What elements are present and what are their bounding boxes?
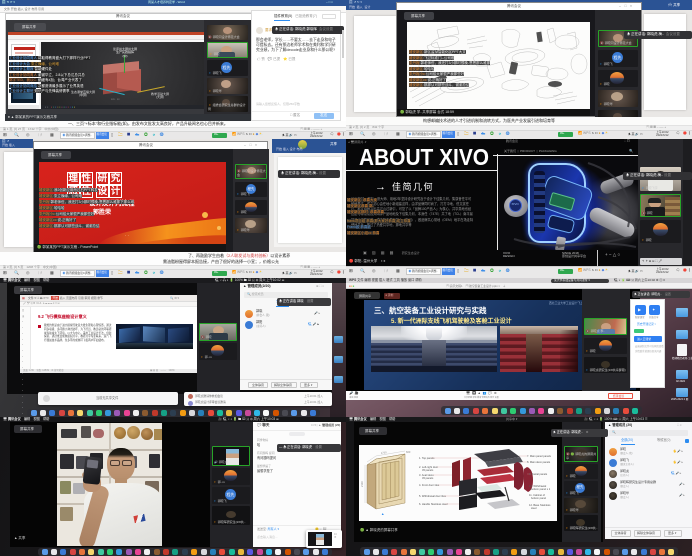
svg-text:9. Facial panels: 9. Facial panels: [529, 472, 548, 476]
svg-text:▲: ▲: [381, 512, 384, 516]
svg-text:4. Front door tiles: 4. Front door tiles: [419, 483, 440, 487]
svg-text:600: 600: [406, 450, 411, 454]
svg-text:bottom panel s 1: bottom panel s 1: [531, 487, 551, 491]
svg-text:7. Main panel panels: 7. Main panel panels: [527, 454, 552, 458]
svg-text:6. Handle Stainless steel: 6. Handle Stainless steel: [419, 502, 448, 506]
svg-text:5. Withdrawal door tiles: 5. Withdrawal door tiles: [419, 494, 447, 498]
svg-text:45 panels: 45 panels: [422, 476, 434, 480]
svg-text:steel: steel: [531, 506, 537, 510]
svg-text:8. Main deco panels: 8. Main deco panels: [527, 460, 551, 464]
svg-text:bottom panel: bottom panel: [531, 496, 546, 500]
svg-text:45 panels: 45 panels: [422, 468, 434, 472]
svg-text:2130: 2130: [360, 481, 364, 487]
